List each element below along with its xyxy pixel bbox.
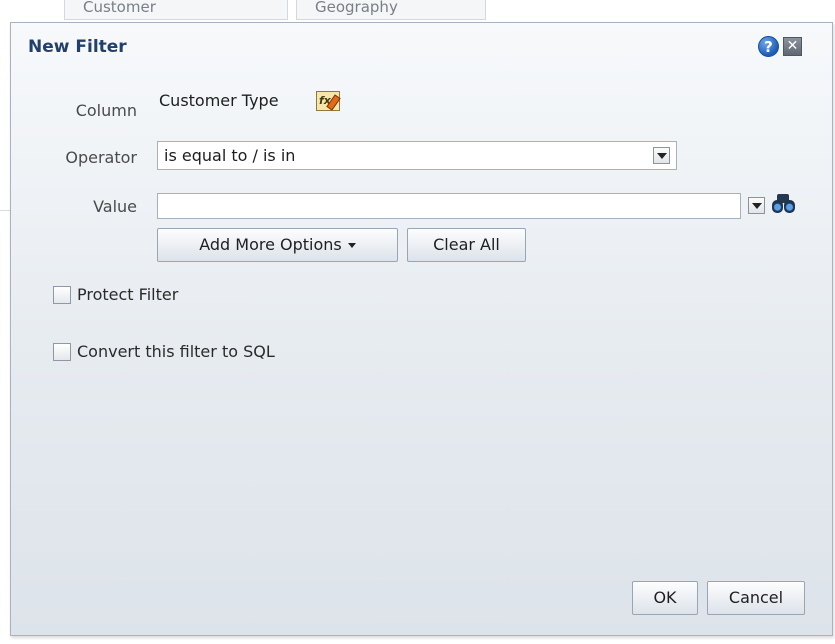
protect-filter-label: Protect Filter [77,285,179,304]
cancel-label: Cancel [728,588,784,607]
edit-column-formula-icon[interactable]: fx [316,91,341,111]
binoculars-icon[interactable] [770,193,796,215]
dialog-title: New Filter [28,37,127,57]
value-label: Value [93,197,137,216]
chevron-down-icon [347,243,356,248]
cancel-button[interactable]: Cancel [707,581,805,615]
column-label: Column [75,101,137,120]
clear-all-button[interactable]: Clear All [407,228,526,262]
protect-filter-checkbox[interactable] [53,286,71,304]
background-tab-geography: Geography [296,0,486,20]
operator-select[interactable]: is equal to / is in [157,141,677,170]
operator-label: Operator [65,148,137,167]
operator-select-value: is equal to / is in [164,146,296,165]
ok-label: OK [653,588,677,607]
convert-sql-checkbox[interactable] [53,343,71,361]
convert-sql-label: Convert this filter to SQL [77,342,275,361]
ok-button[interactable]: OK [632,581,698,615]
add-more-options-label: Add More Options [199,235,342,254]
help-icon[interactable]: ? [758,36,779,57]
background-divider [0,210,10,211]
clear-all-label: Clear All [433,235,500,254]
value-dropdown-arrow-icon[interactable] [748,197,765,214]
add-more-options-button[interactable]: Add More Options [157,228,398,262]
value-input[interactable] [157,193,741,219]
new-filter-dialog: New Filter ? ✕ Column Customer Type fx O… [10,22,833,636]
operator-dropdown-arrow-icon[interactable] [653,147,670,164]
close-icon[interactable]: ✕ [783,37,802,56]
column-value: Customer Type [159,91,279,110]
background-tab-customer: Customer [64,0,288,20]
